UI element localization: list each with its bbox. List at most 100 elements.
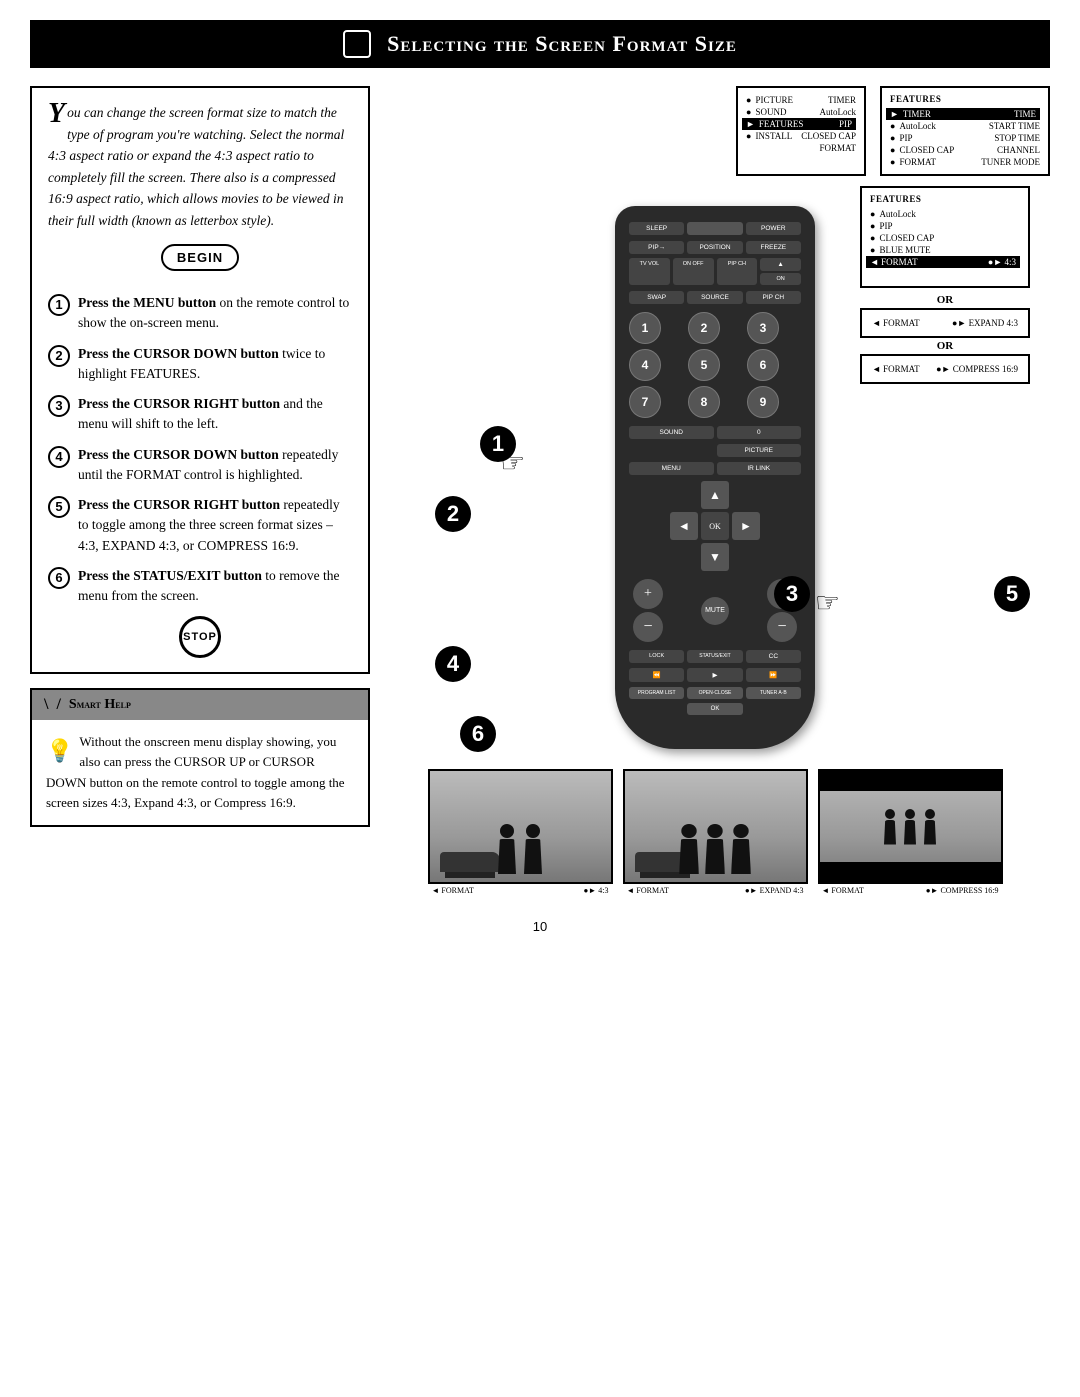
num-3-button[interactable]: 3 (747, 312, 779, 344)
open-close-button[interactable]: OPEN·CLOSE (687, 687, 742, 699)
pip-ch-button[interactable]: PIP CH (717, 258, 758, 285)
body (884, 820, 896, 845)
empty-3 (670, 543, 698, 571)
menu-dot: ● (746, 95, 751, 105)
cursor-right-button[interactable]: ► (732, 512, 760, 540)
step-6: 6 Press the STATUS/EXIT button to remove… (48, 566, 352, 607)
program-list-button[interactable]: PROGRAM LIST (629, 687, 684, 699)
step-5: 5 Press the CURSOR RIGHT button repeated… (48, 495, 352, 556)
format-box-expand: ◄ FORMAT ●► EXPAND 4:3 (860, 308, 1030, 338)
smart-help-title: Smart Help (69, 697, 131, 713)
num-8-button[interactable]: 8 (688, 386, 720, 418)
drop-cap: Y (48, 102, 65, 126)
picture-button[interactable]: PICTURE (717, 444, 802, 457)
vol-buttons: + − (633, 579, 663, 642)
rewind-button[interactable]: ⏪ (629, 668, 684, 682)
num-6-button[interactable]: 6 (747, 349, 779, 381)
lightning-left-icon: \ (44, 696, 48, 714)
step-4-text: Press the CURSOR DOWN button repeatedly … (78, 445, 352, 486)
person-4 (705, 824, 725, 874)
ok-button[interactable]: OK (701, 512, 729, 540)
menu-item (870, 268, 1020, 280)
play-button[interactable]: ▶ (687, 668, 742, 682)
tuner-ab-button[interactable]: TUNER A·B (746, 687, 801, 699)
power-label: POWER (746, 222, 801, 235)
ok2-button[interactable]: OK (687, 703, 742, 715)
scene-3-container: ◄ FORMAT ●► COMPRESS 16:9 (818, 769, 1003, 895)
pip-button[interactable]: PIP→ (629, 241, 684, 254)
sound-button[interactable]: SOUND (629, 426, 714, 439)
head (733, 824, 748, 838)
cc-button[interactable]: CC (746, 650, 801, 663)
sound-picture-row: SOUND 0 (629, 426, 801, 439)
scene-2-image (623, 769, 808, 884)
people-scene-3 (820, 771, 1001, 882)
status-exit-button[interactable]: STATUS/EXIT (687, 650, 742, 663)
num-7-button[interactable]: 7 (629, 386, 661, 418)
mute-button[interactable]: MUTE (701, 597, 729, 625)
num-4-button[interactable]: 4 (629, 349, 661, 381)
cursor-down-button[interactable]: ▼ (701, 543, 729, 571)
body (705, 839, 725, 874)
ch-minus-button[interactable]: − (767, 612, 797, 642)
step-5-text: Press the CURSOR RIGHT button repeatedly… (78, 495, 352, 556)
menu-item: ● AutoLock (870, 208, 1020, 220)
bottom-images: ◄ FORMAT ●► 4:3 (380, 769, 1050, 895)
page-wrapper: Selecting the Screen Format Size You can… (0, 0, 1080, 1397)
freeze-button[interactable]: FREEZE (746, 241, 801, 254)
step-4: 4 Press the CURSOR DOWN button repeatedl… (48, 445, 352, 486)
menu-screen-3-title: FEATURES (870, 194, 1020, 204)
format-right: ●► EXPAND 4:3 (952, 318, 1018, 328)
step-overlay-6: 6 (460, 716, 496, 752)
num-1-button[interactable]: 1 (629, 312, 661, 344)
scene-1-label: ◄ FORMAT ●► 4:3 (428, 886, 613, 895)
step-3-text: Press the CURSOR RIGHT button and the me… (78, 394, 352, 435)
remote-top-row: SLEEP POWER (629, 222, 801, 235)
on-off-button[interactable]: ON OFF (673, 258, 714, 285)
person-8 (924, 809, 936, 845)
num-5-button[interactable]: 5 (688, 349, 720, 381)
position-button[interactable]: POSITION (687, 241, 742, 254)
scene-1-container: ◄ FORMAT ●► 4:3 (428, 769, 613, 895)
num-9-button[interactable]: 9 (747, 386, 779, 418)
step-6-num: 6 (48, 567, 70, 589)
menu-screen-1: ● PICTURE TIMER ● SOUND AutoLock ► FEATU… (736, 86, 866, 176)
fast-forward-button[interactable]: ⏩ (746, 668, 801, 682)
scene-1-format-left: ◄ FORMAT (432, 886, 474, 895)
ir-link-button[interactable]: IR LINK (717, 462, 802, 475)
scene-3-format-left: ◄ FORMAT (822, 886, 864, 895)
source-button[interactable]: SOURCE (687, 291, 742, 304)
menu-item: ● PICTURE TIMER (746, 94, 856, 106)
scene-2-container: ◄ FORMAT ●► EXPAND 4:3 (623, 769, 808, 895)
head (526, 824, 540, 838)
step-overlay-2: 2 (435, 496, 471, 532)
person-6 (884, 809, 896, 845)
hand-pointer-icon-1: ☞ (500, 446, 525, 480)
pip-ch2-button[interactable]: PIP CH (746, 291, 801, 304)
transport-row: ⏪ ▶ ⏩ (629, 668, 801, 682)
vol-minus-button[interactable]: − (633, 612, 663, 642)
or-text-1: OR (860, 294, 1030, 306)
body (904, 820, 916, 845)
num-2-button[interactable]: 2 (688, 312, 720, 344)
num-0-button[interactable]: 0 (717, 426, 802, 439)
menu-item: ● PIP (870, 220, 1020, 232)
up-button[interactable]: ▲ (760, 258, 801, 271)
scene-2-format-right: ●► EXPAND 4:3 (745, 886, 804, 895)
stop-badge: STOP (48, 616, 352, 658)
on-button[interactable]: ON (760, 273, 801, 285)
vol-plus-button[interactable]: + (633, 579, 663, 609)
menu-item: ● SOUND AutoLock (746, 106, 856, 118)
menu-screens-row: ● PICTURE TIMER ● SOUND AutoLock ► FEATU… (380, 86, 1050, 176)
step-1-num: 1 (48, 294, 70, 316)
cursor-up-button[interactable]: ▲ (701, 481, 729, 509)
sleep-button[interactable]: SLEEP (629, 222, 684, 235)
tv-vol-button[interactable]: TV VOL (629, 258, 670, 285)
swap-button[interactable]: SWAP (629, 291, 684, 304)
remote-control[interactable]: SLEEP POWER PIP→ POSITION FREEZE TV VOL … (615, 206, 815, 749)
menu-button[interactable]: MENU (629, 462, 714, 475)
cursor-left-button[interactable]: ◄ (670, 512, 698, 540)
power-button[interactable] (687, 222, 742, 235)
main-content: You can change the screen format size to… (30, 86, 1050, 895)
lock-button[interactable]: LOCK (629, 650, 684, 663)
